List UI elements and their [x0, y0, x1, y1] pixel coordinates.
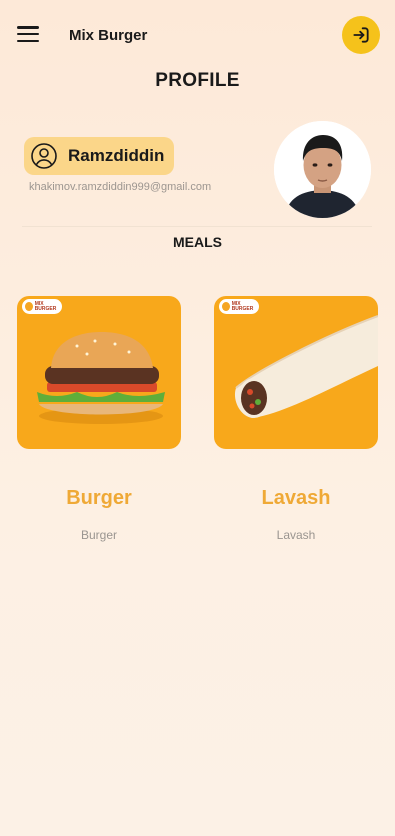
profile-email: khakimov.ramzdiddin999@gmail.com [29, 181, 212, 193]
burger-image [37, 332, 165, 424]
logout-button[interactable] [342, 16, 380, 54]
brand-badge: MIX BURGER [22, 299, 62, 314]
top-app-bar: Mix Burger [0, 0, 395, 70]
divider [22, 226, 372, 227]
app-title: Mix Burger [69, 27, 148, 44]
lavash-image [234, 315, 378, 418]
user-name-chip: Ramzdiddin [24, 137, 175, 175]
logout-icon [353, 27, 369, 43]
meal-name-lavash[interactable]: Lavash [214, 487, 378, 510]
meal-card-lavash[interactable]: MIX BURGER [214, 296, 378, 449]
brand-badge: MIX BURGER [219, 299, 259, 314]
page-title: PROFILE [155, 70, 240, 91]
profile-name: Ramzdiddin [68, 146, 165, 165]
meal-subtitle-lavash: Lavash [276, 528, 316, 542]
user-circle-icon [31, 143, 57, 169]
avatar [274, 121, 371, 218]
hamburger-menu-icon[interactable] [17, 26, 39, 42]
meal-name-burger[interactable]: Burger [17, 487, 181, 510]
meal-card-burger[interactable]: MIX BURGER [17, 296, 181, 449]
meals-section-title: MEALS [173, 234, 222, 250]
meal-subtitle-burger: Burger [80, 528, 118, 542]
